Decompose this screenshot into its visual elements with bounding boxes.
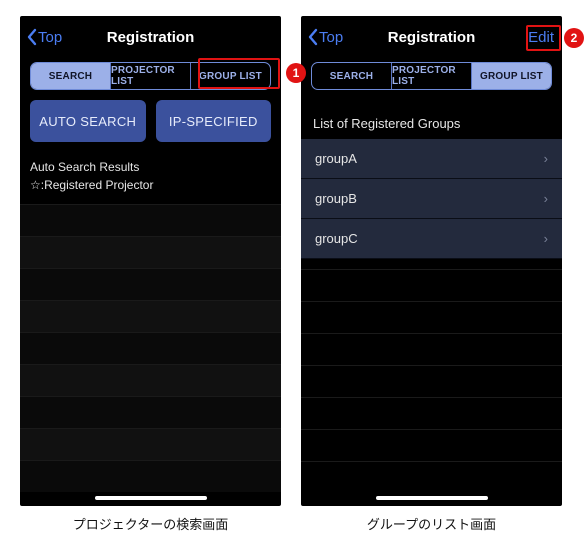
group-name: groupA [315, 151, 357, 166]
back-button[interactable]: Top [26, 16, 62, 58]
info-line-1: Auto Search Results [30, 158, 271, 176]
tab-projector-list[interactable]: PROJECTOR LIST [392, 63, 472, 89]
empty-results-list [20, 204, 281, 492]
home-indicator[interactable] [95, 496, 207, 500]
chevron-left-icon [26, 28, 38, 46]
list-item [301, 429, 562, 461]
auto-search-button[interactable]: AUTO SEARCH [30, 100, 146, 142]
chevron-right-icon: › [544, 191, 548, 206]
group-list: groupA › groupB › groupC › [301, 139, 562, 259]
back-button[interactable]: Top [307, 16, 343, 58]
chevron-left-icon [307, 28, 319, 46]
callout-badge-1: 1 [286, 63, 306, 83]
nav-bar: Top Registration Edit [301, 16, 562, 58]
group-name: groupB [315, 191, 357, 206]
segmented-control: SEARCH PROJECTOR LIST GROUP LIST [311, 62, 552, 90]
button-row: AUTO SEARCH IP-SPECIFIED [20, 100, 281, 154]
back-label: Top [319, 29, 343, 46]
list-item[interactable]: groupA › [301, 139, 562, 179]
page-title: Registration [107, 29, 195, 46]
list-item[interactable]: groupB › [301, 179, 562, 219]
chevron-right-icon: › [544, 231, 548, 246]
tab-group-list[interactable]: GROUP LIST [472, 63, 551, 89]
list-item [20, 204, 281, 236]
tab-search[interactable]: SEARCH [31, 63, 111, 89]
callout-badge-2: 2 [564, 28, 584, 48]
list-item [301, 333, 562, 365]
list-item [20, 268, 281, 300]
section-header: List of Registered Groups [301, 116, 562, 139]
segmented-control: SEARCH PROJECTOR LIST GROUP LIST [30, 62, 271, 90]
info-line-2: ☆:Registered Projector [30, 176, 271, 194]
left-screen: Top Registration SEARCH PROJECTOR LIST G… [20, 16, 281, 506]
list-item [20, 300, 281, 332]
list-item [301, 269, 562, 301]
left-caption: プロジェクターの検索画面 [20, 514, 281, 533]
list-item [301, 461, 562, 493]
list-item [20, 236, 281, 268]
back-label: Top [38, 29, 62, 46]
nav-bar: Top Registration [20, 16, 281, 58]
page-title: Registration [388, 29, 476, 46]
list-item [20, 332, 281, 364]
list-item[interactable]: groupC › [301, 219, 562, 259]
right-screen: Top Registration Edit SEARCH PROJECTOR L… [301, 16, 562, 506]
list-item [20, 460, 281, 492]
chevron-right-icon: › [544, 151, 548, 166]
tab-search[interactable]: SEARCH [312, 63, 392, 89]
tab-group-list[interactable]: GROUP LIST [191, 63, 270, 89]
list-item [20, 364, 281, 396]
ip-specified-button[interactable]: IP-SPECIFIED [156, 100, 272, 142]
right-caption: グループのリスト画面 [301, 514, 562, 533]
list-item [301, 301, 562, 333]
group-name: groupC [315, 231, 358, 246]
list-item [20, 428, 281, 460]
list-item [20, 396, 281, 428]
search-results-info: Auto Search Results ☆:Registered Project… [20, 154, 281, 204]
list-item [301, 397, 562, 429]
tab-projector-list[interactable]: PROJECTOR LIST [111, 63, 191, 89]
list-item [301, 365, 562, 397]
home-indicator[interactable] [376, 496, 488, 500]
empty-rows [301, 269, 562, 493]
edit-button[interactable]: Edit [528, 16, 554, 58]
